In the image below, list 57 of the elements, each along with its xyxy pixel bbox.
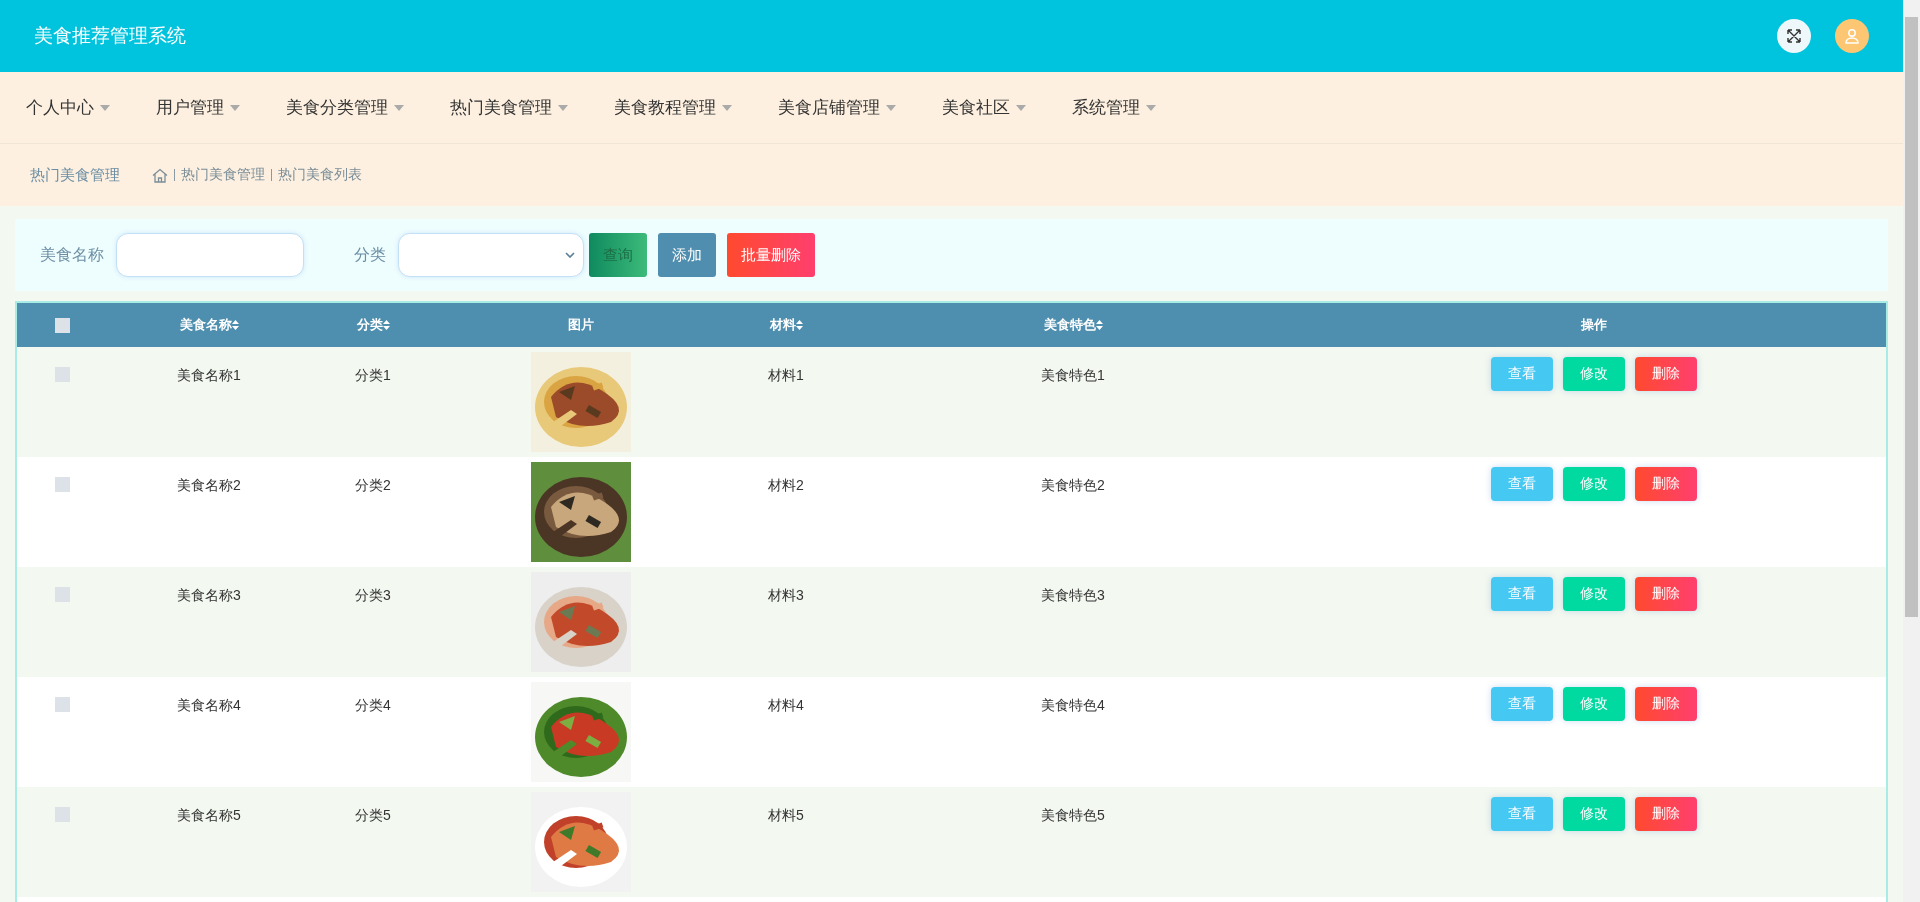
material-cell: 材料4 <box>768 697 804 715</box>
feature-cell: 美食特色2 <box>1041 477 1105 495</box>
menu-item[interactable]: 美食教程管理 <box>614 96 732 119</box>
edit-button[interactable]: 修改 <box>1562 357 1625 391</box>
menu-item[interactable]: 系统管理 <box>1072 96 1156 119</box>
category-cell: 分类4 <box>355 697 391 715</box>
menu-item[interactable]: 热门美食管理 <box>450 96 568 119</box>
menu-item[interactable]: 个人中心 <box>26 96 110 119</box>
delete-button[interactable]: 删除 <box>1634 357 1697 391</box>
feature-cell: 美食特色5 <box>1041 807 1105 825</box>
column-header[interactable]: 美食特色 <box>1043 316 1103 334</box>
food-name-cell: 美食名称5 <box>177 807 241 825</box>
view-button[interactable]: 查看 <box>1490 687 1553 721</box>
delete-button[interactable]: 删除 <box>1634 687 1697 721</box>
feature-cell: 美食特色1 <box>1041 367 1105 385</box>
edit-button[interactable]: 修改 <box>1562 467 1625 501</box>
food-name-cell: 美食名称4 <box>177 697 241 715</box>
breadcrumb-link[interactable]: 热门美食管理 <box>181 166 265 184</box>
menu-item[interactable]: 美食分类管理 <box>286 96 404 119</box>
feature-cell: 美食特色3 <box>1041 587 1105 605</box>
column-header[interactable]: 美食名称 <box>179 316 239 334</box>
delete-button[interactable]: 删除 <box>1634 577 1697 611</box>
material-cell: 材料1 <box>768 367 804 385</box>
column-header: 操作 <box>1580 316 1607 334</box>
batch-delete-button[interactable]: 批量删除 <box>727 233 815 277</box>
breadcrumb-link[interactable]: 热门美食列表 <box>278 166 362 184</box>
system-title: 美食推荐管理系统 <box>34 24 187 48</box>
food-name-cell: 美食名称3 <box>177 587 241 605</box>
view-button[interactable]: 查看 <box>1490 357 1553 391</box>
field-label: 分类 <box>354 244 386 265</box>
feature-cell: 美食特色4 <box>1041 697 1105 715</box>
view-button[interactable]: 查看 <box>1490 577 1553 611</box>
column-header: 图片 <box>568 316 594 334</box>
edit-button[interactable]: 修改 <box>1562 797 1625 831</box>
view-button[interactable]: 查看 <box>1490 797 1553 831</box>
edit-button[interactable]: 修改 <box>1562 687 1625 721</box>
page-title: 热门美食管理 <box>30 165 120 185</box>
material-cell: 材料2 <box>768 477 804 495</box>
category-cell: 分类1 <box>355 367 391 385</box>
edit-button[interactable]: 修改 <box>1562 577 1625 611</box>
menu-item[interactable]: 美食店铺管理 <box>778 96 896 119</box>
menu-item[interactable]: 美食社区 <box>942 96 1026 119</box>
column-header[interactable]: 材料 <box>769 316 803 334</box>
material-cell: 材料5 <box>768 807 804 825</box>
category-cell: 分类5 <box>355 807 391 825</box>
view-button[interactable]: 查看 <box>1490 467 1553 501</box>
food-name-cell: 美食名称1 <box>177 367 241 385</box>
category-cell: 分类3 <box>355 587 391 605</box>
delete-button[interactable]: 删除 <box>1634 797 1697 831</box>
category-cell: 分类2 <box>355 477 391 495</box>
food-name-cell: 美食名称2 <box>177 477 241 495</box>
menu-item[interactable]: 用户管理 <box>156 96 240 119</box>
column-header[interactable]: 分类 <box>356 316 390 334</box>
material-cell: 材料3 <box>768 587 804 605</box>
field-label: 美食名称 <box>40 244 104 265</box>
delete-button[interactable]: 删除 <box>1634 467 1697 501</box>
add-button[interactable]: 添加 <box>658 233 716 277</box>
